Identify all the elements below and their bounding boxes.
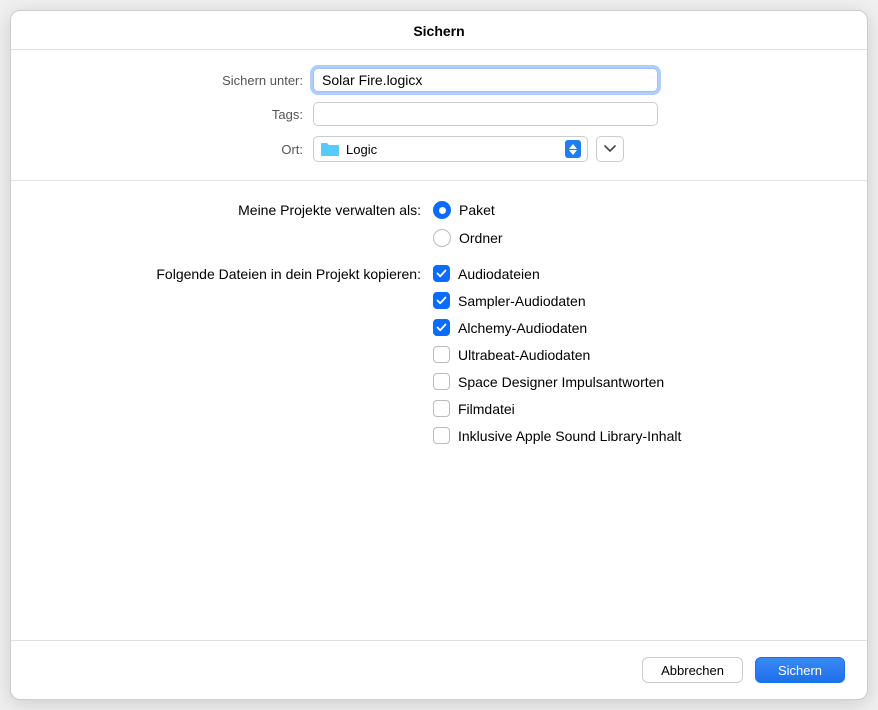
save-as-input[interactable] [313, 68, 658, 92]
checkbox-6[interactable] [433, 427, 450, 444]
tags-input[interactable] [313, 102, 658, 126]
checkbox-option-0[interactable]: Audiodateien [433, 265, 681, 282]
dialog-title: Sichern [11, 11, 867, 50]
check-icon [436, 295, 447, 306]
dialog-footer: Abbrechen Sichern [11, 640, 867, 699]
checkbox-option-5[interactable]: Filmdatei [433, 400, 681, 417]
checkbox-label-1: Sampler-Audiodaten [458, 293, 586, 309]
copy-files-options: Audiodateien Sampler-Audiodaten Alchemy-Au… [433, 265, 681, 444]
location-select[interactable]: Logic [313, 136, 588, 162]
checkbox-1[interactable] [433, 292, 450, 309]
checkbox-4[interactable] [433, 373, 450, 390]
checkbox-label-6: Inklusive Apple Sound Library-Inhalt [458, 428, 681, 444]
checkbox-5[interactable] [433, 400, 450, 417]
checkbox-label-2: Alchemy-Audiodaten [458, 320, 587, 336]
checkbox-2[interactable] [433, 319, 450, 336]
checkbox-option-6[interactable]: Inklusive Apple Sound Library-Inhalt [433, 427, 681, 444]
cancel-button[interactable]: Abbrechen [642, 657, 743, 683]
checkbox-option-1[interactable]: Sampler-Audiodaten [433, 292, 681, 309]
chevron-down-icon [604, 145, 616, 153]
checkbox-label-4: Space Designer Impulsantworten [458, 374, 664, 390]
expand-location-button[interactable] [596, 136, 624, 162]
copy-files-label: Folgende Dateien in dein Projekt kopiere… [41, 265, 433, 444]
checkbox-label-3: Ultrabeat-Audiodaten [458, 347, 590, 363]
location-label: Ort: [41, 142, 313, 157]
checkbox-label-5: Filmdatei [458, 401, 515, 417]
checkbox-label-0: Audiodateien [458, 266, 540, 282]
tags-label: Tags: [41, 107, 313, 122]
save-as-label: Sichern unter: [41, 73, 313, 88]
folder-icon [320, 141, 340, 157]
location-value: Logic [346, 142, 565, 157]
checkbox-0[interactable] [433, 265, 450, 282]
check-icon [436, 322, 447, 333]
checkbox-option-4[interactable]: Space Designer Impulsantworten [433, 373, 681, 390]
project-type-label: Meine Projekte verwalten als: [41, 201, 433, 247]
check-icon [436, 268, 447, 279]
radio-label-1: Ordner [459, 230, 503, 246]
radio-0[interactable] [433, 201, 451, 219]
radio-label-0: Paket [459, 202, 495, 218]
checkbox-3[interactable] [433, 346, 450, 363]
save-dialog: Sichern Sichern unter: Tags: Ort: Logic [10, 10, 868, 700]
checkbox-option-2[interactable]: Alchemy-Audiodaten [433, 319, 681, 336]
options-section: Meine Projekte verwalten als: Paket Ordne… [11, 181, 867, 640]
radio-option-1[interactable]: Ordner [433, 229, 503, 247]
save-button[interactable]: Sichern [755, 657, 845, 683]
file-fields-section: Sichern unter: Tags: Ort: Logic [11, 50, 867, 181]
select-arrows-icon [565, 140, 581, 158]
checkbox-option-3[interactable]: Ultrabeat-Audiodaten [433, 346, 681, 363]
radio-1[interactable] [433, 229, 451, 247]
project-type-options: Paket Ordner [433, 201, 503, 247]
radio-option-0[interactable]: Paket [433, 201, 503, 219]
